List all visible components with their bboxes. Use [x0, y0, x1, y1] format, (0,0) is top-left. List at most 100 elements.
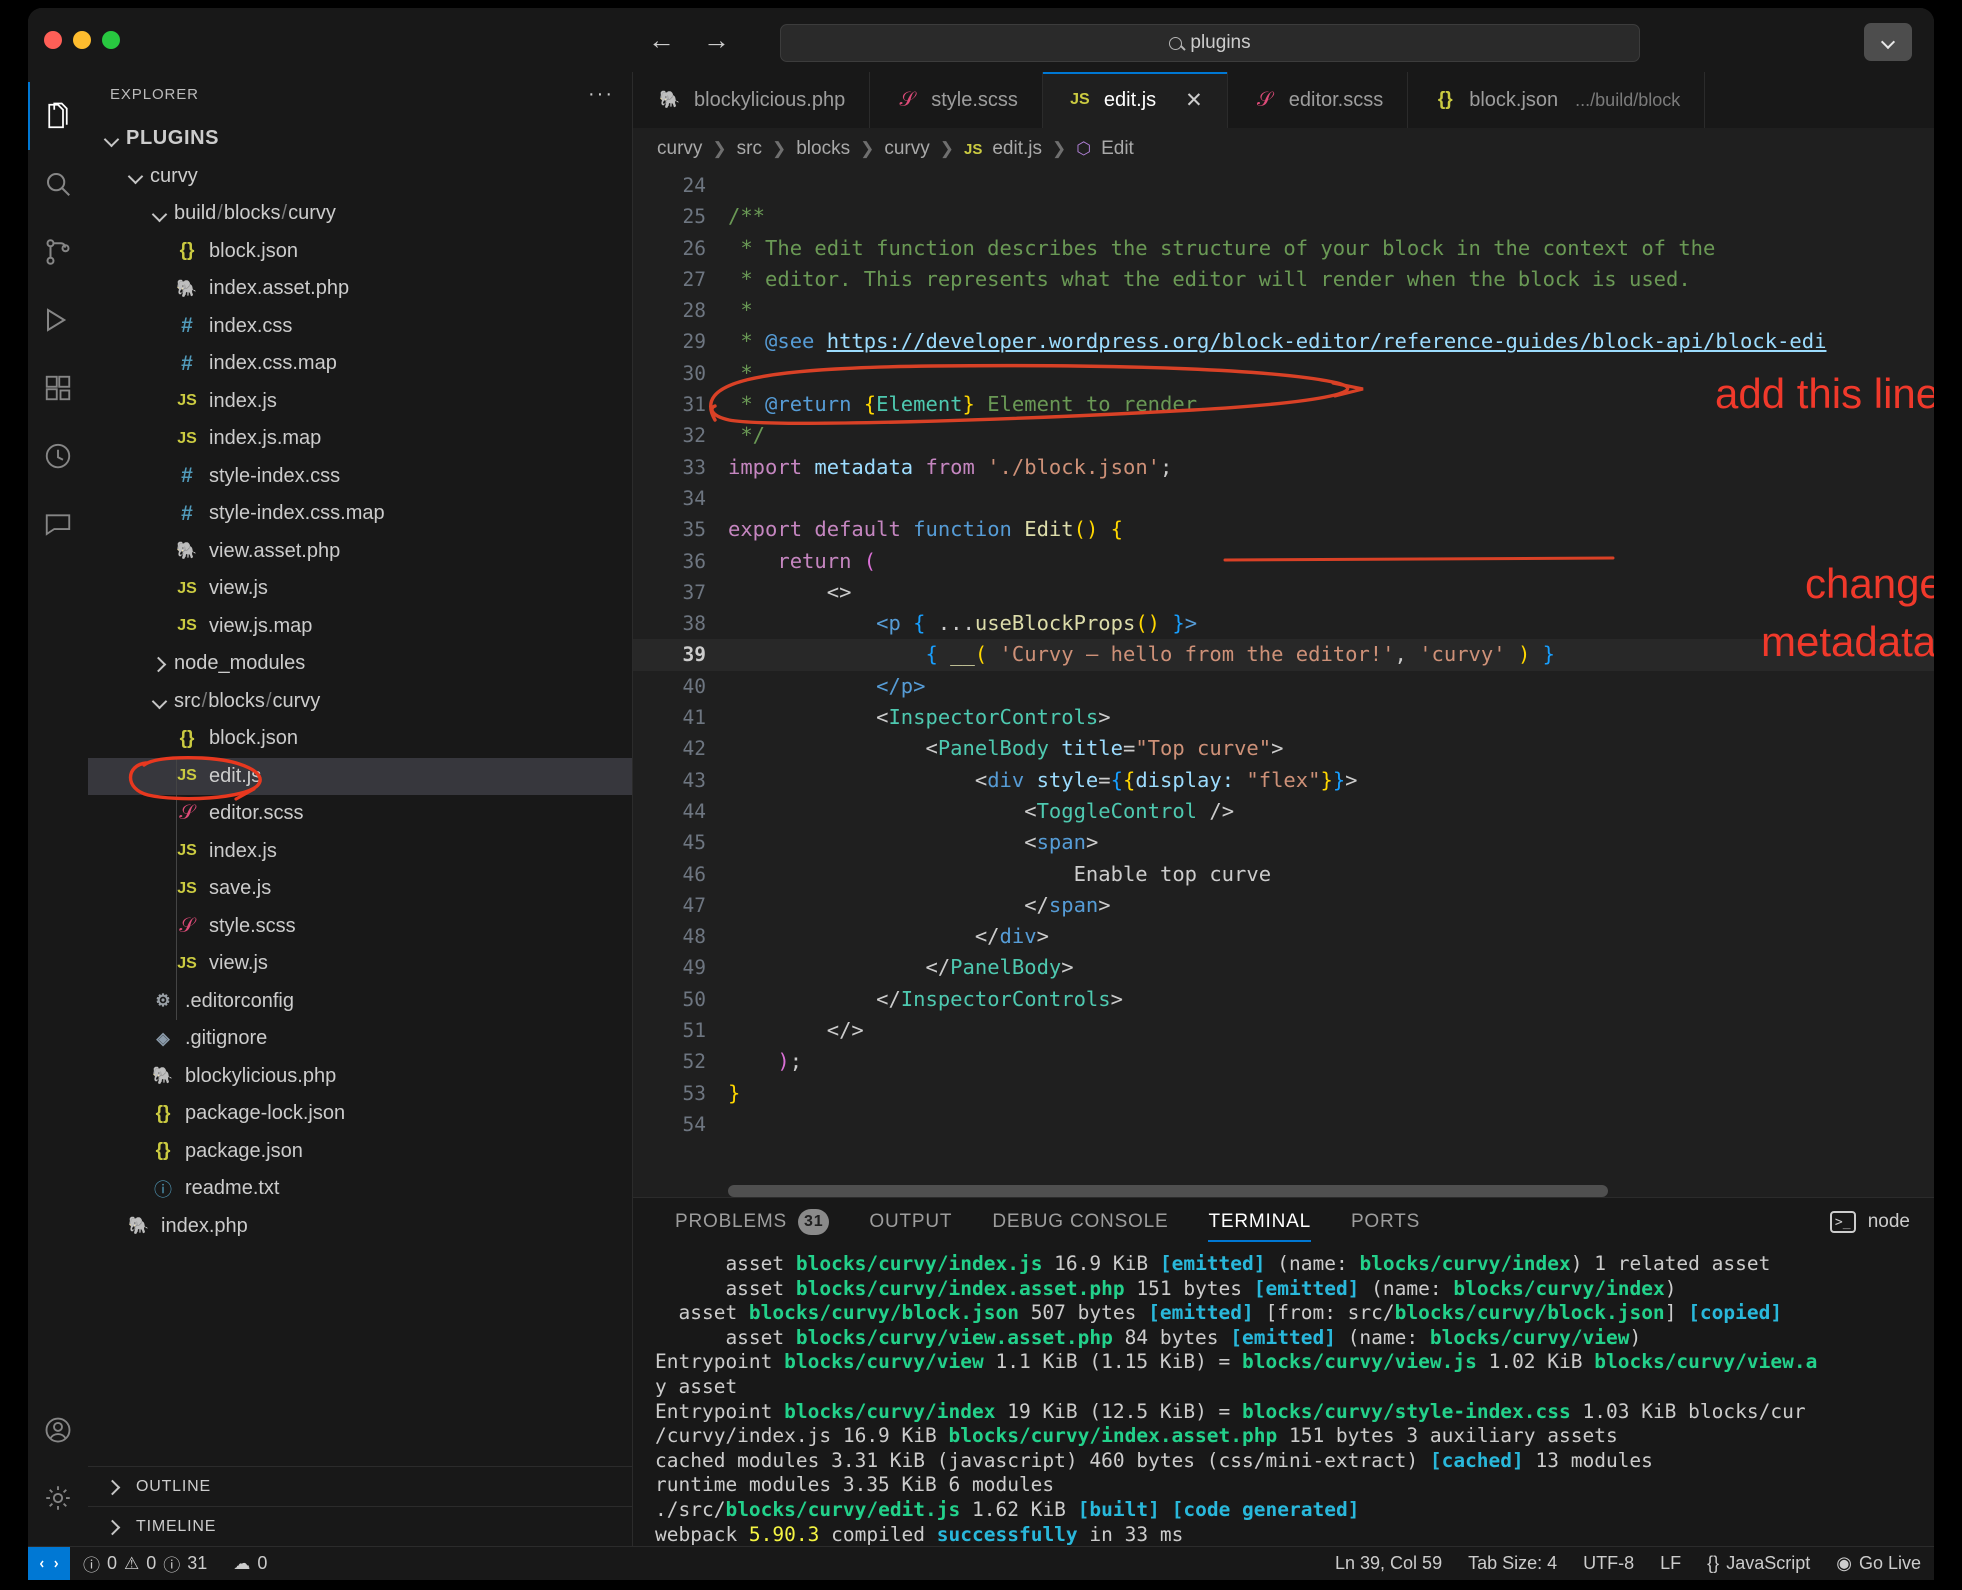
sidebar-item-source-control[interactable]: [28, 218, 88, 286]
tree-item-save-js[interactable]: JS save.js: [88, 870, 632, 908]
status-go-live[interactable]: ◉ Go Live: [1823, 1547, 1934, 1581]
panel-tab-output[interactable]: OUTPUT: [849, 1198, 972, 1246]
status-language-mode[interactable]: {} JavaScript: [1694, 1547, 1823, 1581]
code-line[interactable]: 25 /**: [633, 201, 1934, 232]
tree-item-index-php[interactable]: 🐘 index.php: [88, 1208, 632, 1246]
sidebar-item-run-and-debug[interactable]: [28, 286, 88, 354]
code-line[interactable]: 46 Enable top curve: [633, 859, 1934, 890]
editor-tab-blockylicious-php[interactable]: 🐘 blockylicious.php: [633, 72, 871, 128]
tree-item-view-js[interactable]: JS view.js: [88, 945, 632, 983]
code-line[interactable]: 32 */: [633, 420, 1934, 451]
go-back-icon[interactable]: ←: [648, 26, 675, 54]
window-controls[interactable]: [28, 31, 120, 49]
tree-item-src-blocks-curvy[interactable]: src/blocks/curvy: [88, 683, 632, 721]
tree-item-view-asset-php[interactable]: 🐘 view.asset.php: [88, 533, 632, 571]
panel-tab-terminal[interactable]: TERMINAL: [1188, 1198, 1330, 1246]
tree-item-readme-txt[interactable]: ⓘ readme.txt: [88, 1170, 632, 1208]
tree-item-edit-js[interactable]: JS edit.js: [88, 757, 632, 795]
sidebar-item-testing[interactable]: [28, 422, 88, 490]
status-problems[interactable]: ⓘ 0 ⚠ 0 ⓘ 31: [70, 1547, 220, 1581]
breadcrumb-item[interactable]: curvy: [884, 138, 929, 160]
code-line[interactable]: 52 );: [633, 1046, 1934, 1077]
code-line[interactable]: 34: [633, 483, 1934, 514]
tree-item-index-js-map[interactable]: JS index.js.map: [88, 420, 632, 458]
code-line[interactable]: 30 *: [633, 358, 1934, 389]
code-line[interactable]: 40 </p>: [633, 671, 1934, 702]
horizontal-scrollbar[interactable]: [728, 1185, 1608, 1197]
code-line[interactable]: 51 </>: [633, 1015, 1934, 1046]
editor-tab-bar[interactable]: 🐘 blockylicious.php 𝒮style.scss JS edit.js ✕ 𝒮…: [633, 72, 1934, 128]
code-line[interactable]: 28 *: [633, 295, 1934, 326]
breadcrumb[interactable]: curvy ❯ src ❯ blocks ❯ curvy ❯ JS edit.js ❯ ⬡ Edit: [633, 128, 1934, 170]
panel-tab-ports[interactable]: PORTS: [1331, 1198, 1440, 1246]
sidebar-item-search[interactable]: [28, 150, 88, 218]
code-editor[interactable]: 24 25 /** 26 * The edit function describes …: [633, 170, 1934, 1197]
code-line[interactable]: 27 * editor. This represents what the ed…: [633, 264, 1934, 295]
tree-item--gitignore[interactable]: ◈ .gitignore: [88, 1020, 632, 1058]
tree-item-style-scss[interactable]: 𝒮style.scss: [88, 908, 632, 946]
editor-tab-style-scss[interactable]: 𝒮style.scss: [870, 72, 1043, 128]
chevron-down-icon[interactable]: [102, 129, 122, 149]
tree-item-index-css-map[interactable]: # index.css.map: [88, 345, 632, 383]
panel-actions[interactable]: >_ node: [1829, 1211, 1934, 1233]
remote-indicator-icon[interactable]: [28, 1546, 70, 1580]
explorer-more-actions-icon[interactable]: ···: [588, 83, 614, 106]
code-line[interactable]: 47 </span>: [633, 890, 1934, 921]
editor-tab-block-json[interactable]: {} block.json .../build/block: [1408, 72, 1706, 128]
code-line[interactable]: 31 * @return {Element} Element to render…: [633, 389, 1934, 420]
tree-item-package-lock-json[interactable]: {} package-lock.json: [88, 1095, 632, 1133]
tree-item-index-js[interactable]: JS index.js: [88, 833, 632, 871]
code-line[interactable]: 48 </div>: [633, 921, 1934, 952]
tree-item-block-json[interactable]: {} block.json: [88, 233, 632, 271]
sidebar-item-manage[interactable]: [28, 1464, 88, 1532]
panel-tab-bar[interactable]: PROBLEMS 31 OUTPUT DEBUG CONSOLE TERMINAL POR…: [633, 1198, 1934, 1246]
customize-layout-button[interactable]: [1864, 23, 1912, 61]
status-eol[interactable]: LF: [1647, 1547, 1694, 1581]
tree-item-index-asset-php[interactable]: 🐘 index.asset.php: [88, 270, 632, 308]
breadcrumb-item[interactable]: Edit: [1101, 138, 1134, 160]
code-line[interactable]: 43 <div style={{display: "flex"}}>: [633, 765, 1934, 796]
tree-item-curvy[interactable]: curvy: [88, 158, 632, 196]
status-encoding[interactable]: UTF-8: [1570, 1547, 1647, 1581]
tree-item-view-js[interactable]: JS view.js: [88, 570, 632, 608]
terminal-selector-label[interactable]: node: [1868, 1211, 1910, 1233]
code-line[interactable]: 35 export default function Edit() {: [633, 514, 1934, 545]
code-line[interactable]: 49 </PanelBody>: [633, 952, 1934, 983]
chevron-down-icon[interactable]: [150, 691, 170, 711]
code-line[interactable]: 54: [633, 1109, 1934, 1140]
breadcrumb-item[interactable]: blocks: [796, 138, 850, 160]
sidebar-item-extensions[interactable]: [28, 354, 88, 422]
code-line[interactable]: 24: [633, 170, 1934, 201]
editor-tab-editor-scss[interactable]: 𝒮editor.scss: [1227, 72, 1409, 128]
go-forward-icon[interactable]: →: [703, 26, 730, 54]
sidebar-item-accounts[interactable]: [28, 1396, 88, 1464]
tree-item-block-json[interactable]: {} block.json: [88, 720, 632, 758]
tree-item-build-blocks-curvy[interactable]: build/blocks/curvy: [88, 195, 632, 233]
panel-tab-problems[interactable]: PROBLEMS 31: [655, 1198, 849, 1246]
terminal-output[interactable]: asset blocks/curvy/index.js 16.9 KiB [em…: [633, 1246, 1934, 1546]
code-line[interactable]: 53}: [633, 1078, 1934, 1109]
sidebar-item-explorer[interactable]: [28, 82, 88, 150]
code-line[interactable]: 37 <>: [633, 577, 1934, 608]
code-line[interactable]: 44 <ToggleControl />: [633, 796, 1934, 827]
breadcrumb-item[interactable]: edit.js: [992, 138, 1042, 160]
status-cursor-position[interactable]: Ln 39, Col 59: [1322, 1547, 1455, 1581]
tree-item-index-js[interactable]: JS index.js: [88, 383, 632, 421]
tree-item-plugins[interactable]: PLUGINS: [88, 120, 632, 158]
tree-item-index-css[interactable]: # index.css: [88, 308, 632, 346]
code-line[interactable]: 41 <InspectorControls>: [633, 702, 1934, 733]
chevron-down-icon[interactable]: [126, 166, 146, 186]
maximize-window-button[interactable]: [102, 31, 120, 49]
minimize-window-button[interactable]: [73, 31, 91, 49]
code-line[interactable]: 36 return (: [633, 546, 1934, 577]
panel-tab-debug-console[interactable]: DEBUG CONSOLE: [972, 1198, 1188, 1246]
chevron-right-icon[interactable]: [150, 654, 170, 674]
code-line[interactable]: 29 * @see https://developer.wordpress.or…: [633, 326, 1934, 357]
file-tree[interactable]: PLUGINS curvy build/blocks/curvy {} block.js…: [88, 116, 632, 1466]
sidebar-item-comments[interactable]: [28, 490, 88, 558]
close-window-button[interactable]: [44, 31, 62, 49]
tree-item-style-index-css[interactable]: # style-index.css: [88, 458, 632, 496]
status-tab-size[interactable]: Tab Size: 4: [1455, 1547, 1570, 1581]
code-line[interactable]: 38 <p { ...useBlockProps() }>: [633, 608, 1934, 639]
close-icon[interactable]: ✕: [1185, 88, 1203, 113]
